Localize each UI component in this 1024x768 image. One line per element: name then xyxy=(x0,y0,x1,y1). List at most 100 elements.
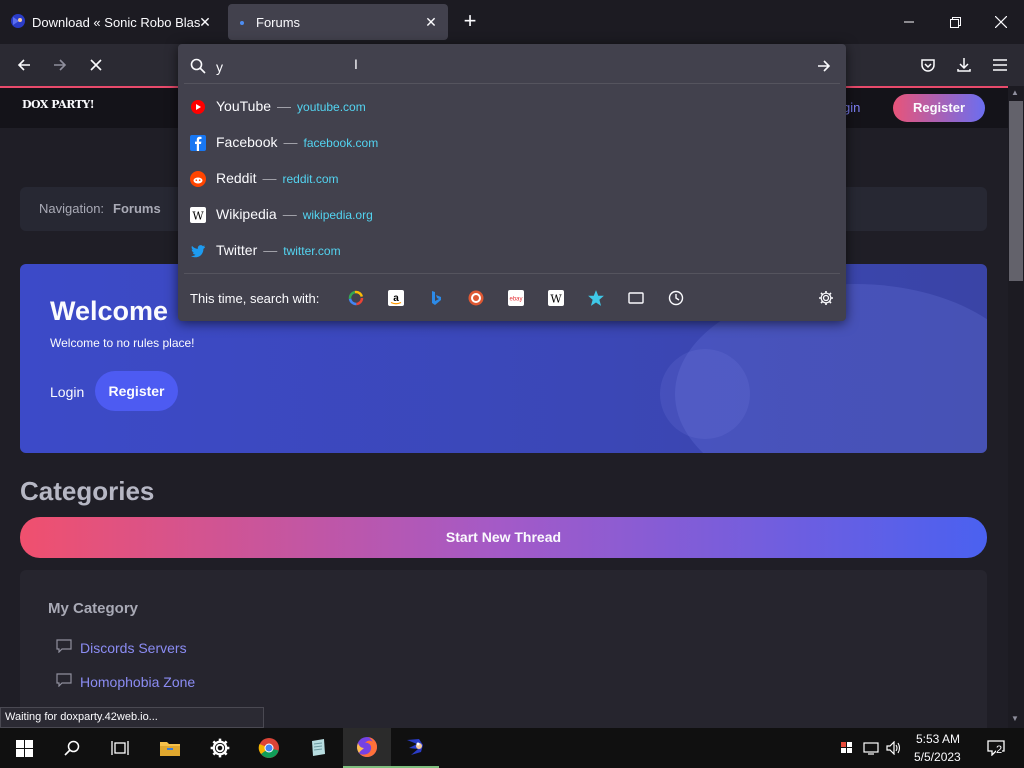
tab-sonic-robo-blast[interactable]: Download « Sonic Robo Blast 2 ✕ xyxy=(4,4,222,40)
task-view-icon[interactable] xyxy=(96,728,144,768)
wikipedia-icon: W xyxy=(190,207,206,223)
sonic-favicon-icon xyxy=(10,13,26,32)
firefox-icon[interactable] xyxy=(343,728,391,768)
stop-loading-button[interactable] xyxy=(81,50,111,80)
twitter-icon xyxy=(190,243,206,259)
scroll-up-arrow-icon[interactable]: ▲ xyxy=(1011,88,1019,97)
chrome-icon[interactable] xyxy=(245,728,293,768)
duckduckgo-icon[interactable] xyxy=(467,289,485,307)
suggestion-url: facebook.com xyxy=(303,136,379,150)
site-logo[interactable]: DOX PARTY! xyxy=(22,98,95,111)
tabs-icon[interactable] xyxy=(627,289,645,307)
go-arrow-icon[interactable] xyxy=(816,58,832,79)
facebook-icon xyxy=(190,135,206,151)
address-bar[interactable]: y I xyxy=(184,48,840,84)
suggestion-name: YouTube xyxy=(216,98,272,114)
text-cursor-icon: I xyxy=(354,56,358,72)
downloads-icon[interactable] xyxy=(949,50,979,80)
url-dropdown: y I YouTube — youtube.com Facebook — faceboo… xyxy=(178,44,846,321)
loading-icon xyxy=(238,15,246,30)
suggestion-name: Facebook xyxy=(216,134,278,150)
start-new-thread-button[interactable]: Start New Thread xyxy=(20,517,987,558)
svg-text:W: W xyxy=(550,293,562,306)
categories-heading: Categories xyxy=(20,476,155,506)
breadcrumb-current[interactable]: Forums xyxy=(113,201,161,216)
amazon-icon[interactable]: a xyxy=(387,289,405,307)
category-panel: My Category Discords Servers Homophobia … xyxy=(20,570,987,728)
suggestion-url: youtube.com xyxy=(297,100,366,114)
google-icon[interactable] xyxy=(347,289,365,307)
scroll-down-arrow-icon[interactable]: ▼ xyxy=(1011,714,1019,723)
clock-date[interactable]: 5/5/2023 xyxy=(914,750,961,764)
page-scrollbar[interactable]: ▲ ▼ xyxy=(1008,86,1024,728)
pocket-icon[interactable] xyxy=(913,50,943,80)
notepad-app-icon[interactable] xyxy=(294,728,342,768)
youtube-icon xyxy=(190,99,206,115)
forum-link[interactable]: Discords Servers xyxy=(80,640,187,656)
tab-strip: Download « Sonic Robo Blast 2 ✕ Forums ✕… xyxy=(0,0,1024,44)
suggestion-name: Twitter xyxy=(216,242,258,258)
desktop-screen: Download « Sonic Robo Blast 2 ✕ Forums ✕… xyxy=(0,0,1024,768)
suggestion-url: twitter.com xyxy=(283,244,341,258)
address-input[interactable]: y xyxy=(216,59,223,75)
category-name[interactable]: My Category xyxy=(48,600,138,617)
speech-bubble-icon xyxy=(56,638,72,658)
breadcrumb-label: Navigation: xyxy=(39,201,105,216)
tab-title: Forums xyxy=(256,14,301,30)
sonic-robo-blast-app-icon[interactable] xyxy=(391,728,439,768)
forum-row[interactable]: Homophobia Zone xyxy=(56,672,195,692)
search-icon[interactable] xyxy=(48,728,96,768)
search-settings-gear-icon[interactable] xyxy=(817,289,835,307)
welcome-login-link[interactable]: Login xyxy=(50,384,84,400)
suggestion-wikipedia[interactable]: W Wikipedia — wikipedia.org xyxy=(178,197,846,233)
suggestion-url: wikipedia.org xyxy=(302,208,373,222)
network-icon[interactable] xyxy=(861,738,881,758)
wikipedia-icon[interactable]: W xyxy=(547,289,565,307)
welcome-subtitle: Welcome to no rules place! xyxy=(50,336,195,350)
settings-gear-icon[interactable] xyxy=(196,728,244,768)
new-tab-button[interactable]: + xyxy=(458,10,482,34)
suggestion-youtube[interactable]: YouTube — youtube.com xyxy=(178,89,846,125)
suggestion-twitter[interactable]: Twitter — twitter.com xyxy=(178,233,846,269)
file-explorer-icon[interactable] xyxy=(146,728,194,768)
windows-start-icon[interactable] xyxy=(0,728,48,768)
restore-button[interactable] xyxy=(932,8,978,36)
clock-time[interactable]: 5:53 AM xyxy=(916,732,960,746)
welcome-title: Welcome xyxy=(50,296,169,326)
scrollbar-thumb[interactable] xyxy=(1009,101,1023,281)
close-tab-icon[interactable]: ✕ xyxy=(422,13,440,31)
history-icon[interactable] xyxy=(667,289,685,307)
suggestion-reddit[interactable]: Reddit — reddit.com xyxy=(178,161,846,197)
svg-text:W: W xyxy=(192,210,204,223)
close-tab-icon[interactable]: ✕ xyxy=(196,13,214,31)
suggestion-separator: — xyxy=(283,134,298,150)
volume-icon[interactable] xyxy=(884,738,904,758)
suggestion-facebook[interactable]: Facebook — facebook.com xyxy=(178,125,846,161)
speech-bubble-icon xyxy=(56,672,72,692)
suggestion-name: Reddit xyxy=(216,170,257,186)
suggestion-url: reddit.com xyxy=(282,172,339,186)
notification-center-icon[interactable]: 2 xyxy=(982,738,1010,758)
forum-link[interactable]: Homophobia Zone xyxy=(80,674,195,690)
bing-icon[interactable] xyxy=(427,289,445,307)
header-register-button[interactable]: Register xyxy=(893,94,985,122)
suggestion-separator: — xyxy=(282,206,297,222)
search-with-label: This time, search with: xyxy=(190,291,320,306)
forum-row[interactable]: Discords Servers xyxy=(56,638,187,658)
search-icon xyxy=(190,58,206,79)
svg-text:ebay: ebay xyxy=(509,297,522,303)
close-window-button[interactable] xyxy=(978,8,1024,36)
bookmarks-star-icon[interactable] xyxy=(587,289,605,307)
reddit-icon xyxy=(190,171,206,187)
welcome-register-button[interactable]: Register xyxy=(95,371,178,411)
suggestion-separator: — xyxy=(263,242,278,258)
tab-forums[interactable]: Forums ✕ xyxy=(228,4,448,40)
minimize-button[interactable] xyxy=(886,8,932,36)
back-button[interactable] xyxy=(9,50,39,80)
forward-button[interactable] xyxy=(45,50,75,80)
app-menu-icon[interactable] xyxy=(985,50,1015,80)
security-shield-icon[interactable] xyxy=(837,738,857,758)
divider xyxy=(184,273,840,274)
ebay-icon[interactable]: ebay xyxy=(507,289,525,307)
suggestion-name: Wikipedia xyxy=(216,206,277,222)
